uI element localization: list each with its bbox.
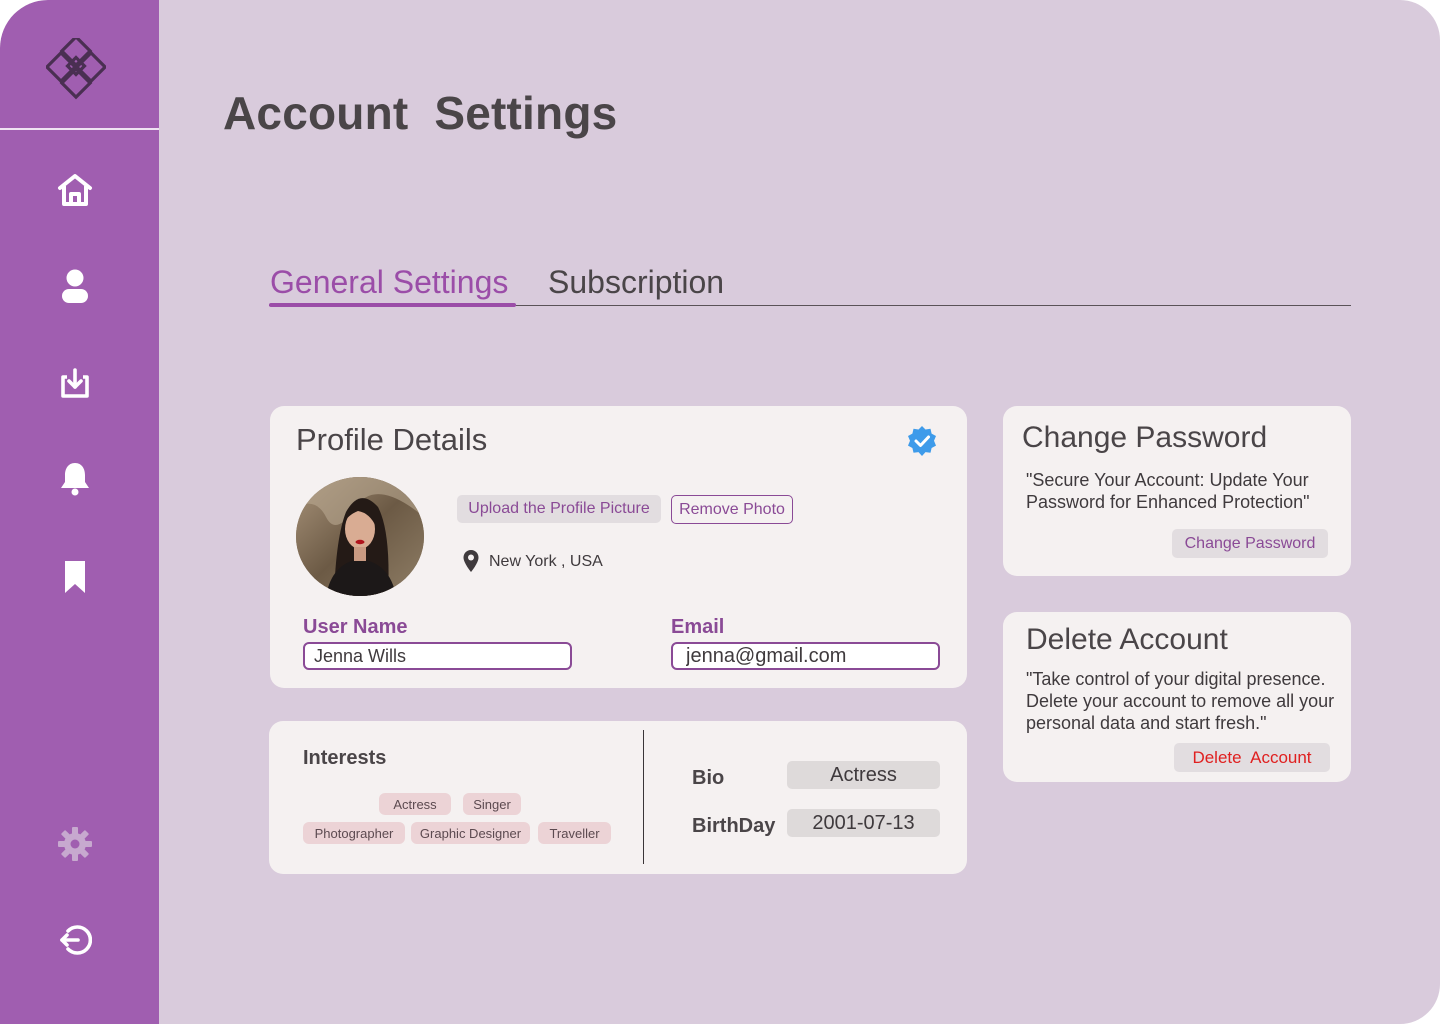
app-window: Account Settings General Settings Subscr… (0, 0, 1440, 1024)
upload-profile-picture-button[interactable]: Upload the Profile Picture (457, 495, 661, 523)
location-text: New York , USA (489, 553, 603, 570)
download-icon (61, 368, 89, 398)
username-label: User Name (303, 616, 408, 638)
avatar-photo (296, 477, 424, 596)
tab-general-settings[interactable]: General Settings (270, 264, 508, 301)
sidebar-item-profile[interactable] (55, 266, 95, 306)
change-password-button[interactable]: Change Password (1172, 529, 1328, 558)
interest-chip[interactable]: Traveller (538, 822, 611, 844)
sidebar-item-downloads[interactable] (55, 363, 95, 403)
delete-account-button[interactable]: Delete Account (1174, 743, 1330, 772)
interest-chip[interactable]: Photographer (303, 822, 405, 844)
tab-subscription[interactable]: Subscription (548, 264, 724, 301)
bio-label: Bio (692, 767, 725, 789)
interest-chip[interactable]: Actress (379, 793, 451, 815)
username-input[interactable] (303, 642, 572, 670)
bookmark-icon (65, 561, 85, 593)
sidebar-item-logout[interactable] (55, 920, 95, 960)
email-label: Email (671, 616, 725, 638)
gear-icon (58, 827, 92, 861)
logout-icon (60, 925, 92, 955)
avatar[interactable] (296, 477, 424, 596)
email-input[interactable] (671, 642, 940, 670)
delete-account-title: Delete Account (1026, 623, 1228, 656)
change-password-text: "Secure Your Account: Update Your Passwo… (1026, 470, 1310, 512)
interest-chip[interactable]: Graphic Designer (411, 822, 530, 844)
remove-photo-button[interactable]: Remove Photo (671, 495, 793, 524)
interests-bio-divider (643, 730, 644, 864)
location-pin-icon (463, 550, 479, 572)
interests-card (269, 721, 967, 874)
active-tab-indicator (269, 303, 516, 307)
sidebar-divider (0, 128, 159, 130)
bio-value: Actress (787, 761, 940, 789)
sidebar-item-settings[interactable] (55, 824, 95, 864)
change-password-title: Change Password (1022, 421, 1268, 454)
brand-logo[interactable] (46, 38, 106, 100)
sidebar-item-bookmarks[interactable] (55, 557, 95, 597)
verified-badge-icon (908, 426, 936, 456)
home-icon (58, 174, 92, 206)
sidebar-item-notifications[interactable] (55, 458, 95, 498)
sidebar-item-home[interactable] (55, 170, 95, 210)
birthday-value: 2001-07-13 (787, 809, 940, 837)
bell-icon (61, 463, 89, 496)
profile-details-title: Profile Details (296, 422, 488, 457)
sidebar (0, 0, 159, 1024)
birthday-label: BirthDay (692, 815, 776, 837)
interest-chip[interactable]: Singer (463, 793, 521, 815)
user-icon (62, 269, 88, 303)
delete-account-text: "Take control of your digital presence. … (1026, 669, 1335, 733)
interests-title: Interests (303, 747, 387, 769)
page-title: Account Settings (223, 87, 618, 139)
